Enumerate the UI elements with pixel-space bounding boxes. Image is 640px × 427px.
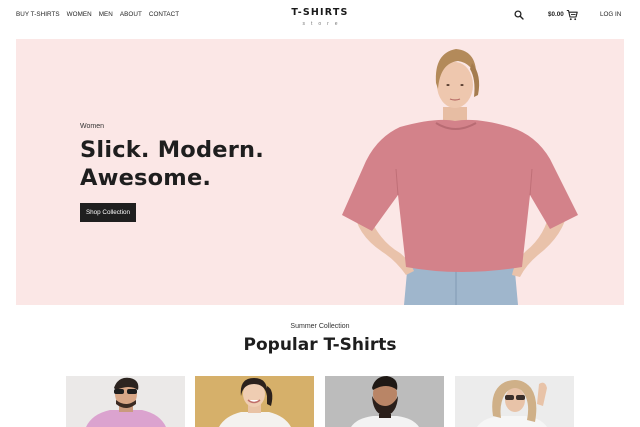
product-image-4 [455, 376, 574, 427]
logo-tagline: store [302, 21, 344, 27]
nav-item-about[interactable]: ABOUT [120, 11, 142, 18]
login-link[interactable]: LOG IN [600, 11, 621, 18]
site-logo[interactable]: T-SHIRTS store [270, 7, 370, 27]
hero-title-line-1: Slick. Modern. [80, 137, 264, 163]
main-nav: BUY T-SHIRTS WOMEN MEN ABOUT CONTACT [16, 11, 179, 18]
product-card-4[interactable] [455, 376, 574, 427]
nav-item-men[interactable]: MEN [99, 11, 113, 18]
product-card-3[interactable] [325, 376, 444, 427]
hero-title: Slick. Modern. Awesome. [80, 136, 320, 192]
hero-title-line-2: Awesome. [80, 165, 212, 191]
search-icon[interactable] [514, 10, 524, 20]
site-header: BUY T-SHIRTS WOMEN MEN ABOUT CONTACT T-S… [0, 0, 640, 32]
product-image-1 [66, 376, 185, 427]
section-title: Popular T-Shirts [243, 335, 397, 355]
cart-total[interactable]: $0.00 [548, 11, 564, 18]
nav-item-contact[interactable]: CONTACT [149, 11, 179, 18]
logo-title: T-SHIRTS [291, 7, 349, 18]
product-image-2 [195, 376, 314, 427]
nav-item-buy-tshirts[interactable]: BUY T-SHIRTS [16, 11, 60, 18]
product-card-1[interactable] [66, 376, 185, 427]
cart-icon[interactable] [566, 9, 578, 21]
hero-kicker: Women [80, 123, 104, 130]
nav-item-women[interactable]: WOMEN [67, 11, 92, 18]
product-image-3 [325, 376, 444, 427]
hero-model-image [342, 49, 578, 305]
section-kicker: Summer Collection [290, 323, 350, 330]
hero-banner: Women Slick. Modern. Awesome. Shop Colle… [16, 39, 624, 305]
shop-collection-button[interactable]: Shop Collection [80, 203, 136, 222]
product-card-2[interactable] [195, 376, 314, 427]
